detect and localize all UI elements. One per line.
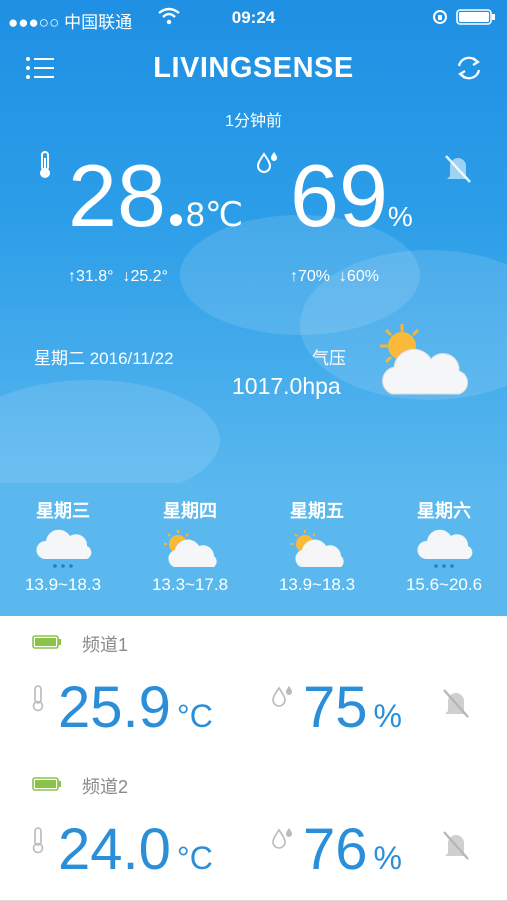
temp-min: ↓25.2° (122, 268, 168, 285)
channel-temp-unit: °C (176, 698, 213, 734)
forecast-day[interactable]: 星期四 13.3~17.8 (127, 497, 253, 595)
forecast-day[interactable]: 星期六 15.6~20.6 (381, 497, 507, 595)
channel-humidity: 76% (303, 816, 402, 883)
current-humidity: 69% (290, 152, 413, 240)
channel-temperature: 24.0 °C (58, 816, 213, 883)
forecast-range: 13.3~17.8 (151, 575, 229, 594)
humidity-min: ↓60% (338, 268, 379, 285)
current-temperature: 28 8℃ (68, 152, 243, 240)
channel-temp-unit: °C (176, 840, 213, 876)
thermometer-icon (30, 684, 46, 717)
battery-level-icon (32, 635, 62, 654)
channel-temperature: 25.9 °C (58, 674, 213, 741)
status-time: 09:24 (231, 8, 276, 27)
navbar: LIVINGSENSE (0, 44, 507, 90)
humidity-drop-icon (270, 684, 294, 715)
app-logo: LIVINGSENSE (153, 52, 354, 84)
forecast-day-name: 星期三 (36, 501, 90, 521)
rain-cloud-icon (417, 529, 473, 568)
status-bar: ●●●○○ 中国联通 09:24 (0, 0, 507, 36)
humidity-value: 69 (290, 146, 388, 245)
temp-integer: 28 (68, 146, 166, 245)
partly-cloudy-icon (164, 530, 217, 567)
humidity-max: ↑70% (290, 268, 331, 285)
forecast-strip: 星期三 13.9~18.3 星期四 13.3~17.8 星期五 13.9~18.… (0, 483, 507, 616)
forecast-range: 15.6~20.6 (405, 575, 483, 594)
channel-humidity-value: 75 (303, 675, 368, 740)
forecast-day[interactable]: 星期五 13.9~18.3 (254, 497, 380, 595)
partly-cloudy-icon (372, 322, 476, 407)
forecast-day[interactable]: 星期三 13.9~18.3 (0, 497, 126, 595)
alarm-off-icon[interactable] (440, 686, 472, 725)
refresh-icon[interactable] (451, 50, 487, 86)
channel-humidity: 75% (303, 674, 402, 741)
channel-humidity-unit: % (373, 698, 402, 734)
partly-cloudy-icon (291, 530, 344, 567)
channel-temp-value: 24.0 (58, 817, 171, 882)
pressure-value: 1017.0hpa (232, 373, 341, 399)
thermometer-icon (30, 826, 46, 859)
temp-max: ↑31.8° (68, 268, 114, 285)
forecast-day-name: 星期六 (417, 501, 471, 521)
temp-decimal: 8 (185, 196, 205, 234)
cloud-backdrop (0, 380, 220, 483)
forecast-day-name: 星期四 (163, 501, 217, 521)
current-date: 星期二 2016/11/22 (34, 349, 174, 368)
battery-icon (433, 8, 497, 31)
battery-level-icon (32, 777, 62, 796)
thermometer-icon (36, 150, 54, 185)
forecast-range: 13.9~18.3 (278, 575, 356, 594)
channel-name: 频道1 (82, 635, 129, 655)
channel-humidity-unit: % (373, 840, 402, 876)
humidity-range: ↑70% ↓60% (290, 268, 379, 286)
channel-card[interactable]: 频道2 24.0 °C 76% (0, 758, 507, 901)
humidity-drop-icon (270, 826, 294, 857)
pressure-label: 气压 (312, 349, 346, 368)
temp-unit: ℃ (204, 196, 243, 234)
updated-time: 1分钟前 (225, 113, 282, 130)
channel-card[interactable]: 频道1 25.9 °C 75% (0, 616, 507, 759)
channel-name: 频道2 (82, 777, 129, 797)
forecast-day-name: 星期五 (290, 501, 344, 521)
humidity-drop-icon (255, 150, 279, 181)
rain-cloud-icon (36, 529, 92, 568)
alarm-off-icon[interactable] (440, 150, 476, 191)
forecast-range: 13.9~18.3 (24, 575, 102, 594)
channel-humidity-value: 76 (303, 817, 368, 882)
weather-hero: ●●●○○ 中国联通 09:24 LIVINGSENSE 1分钟前 28 8℃ 6… (0, 0, 507, 483)
alarm-off-icon[interactable] (440, 828, 472, 867)
channel-temp-value: 25.9 (58, 675, 171, 740)
temp-range: ↑31.8° ↓25.2° (68, 268, 168, 286)
decimal-dot (169, 214, 182, 226)
humidity-unit: % (387, 201, 413, 232)
